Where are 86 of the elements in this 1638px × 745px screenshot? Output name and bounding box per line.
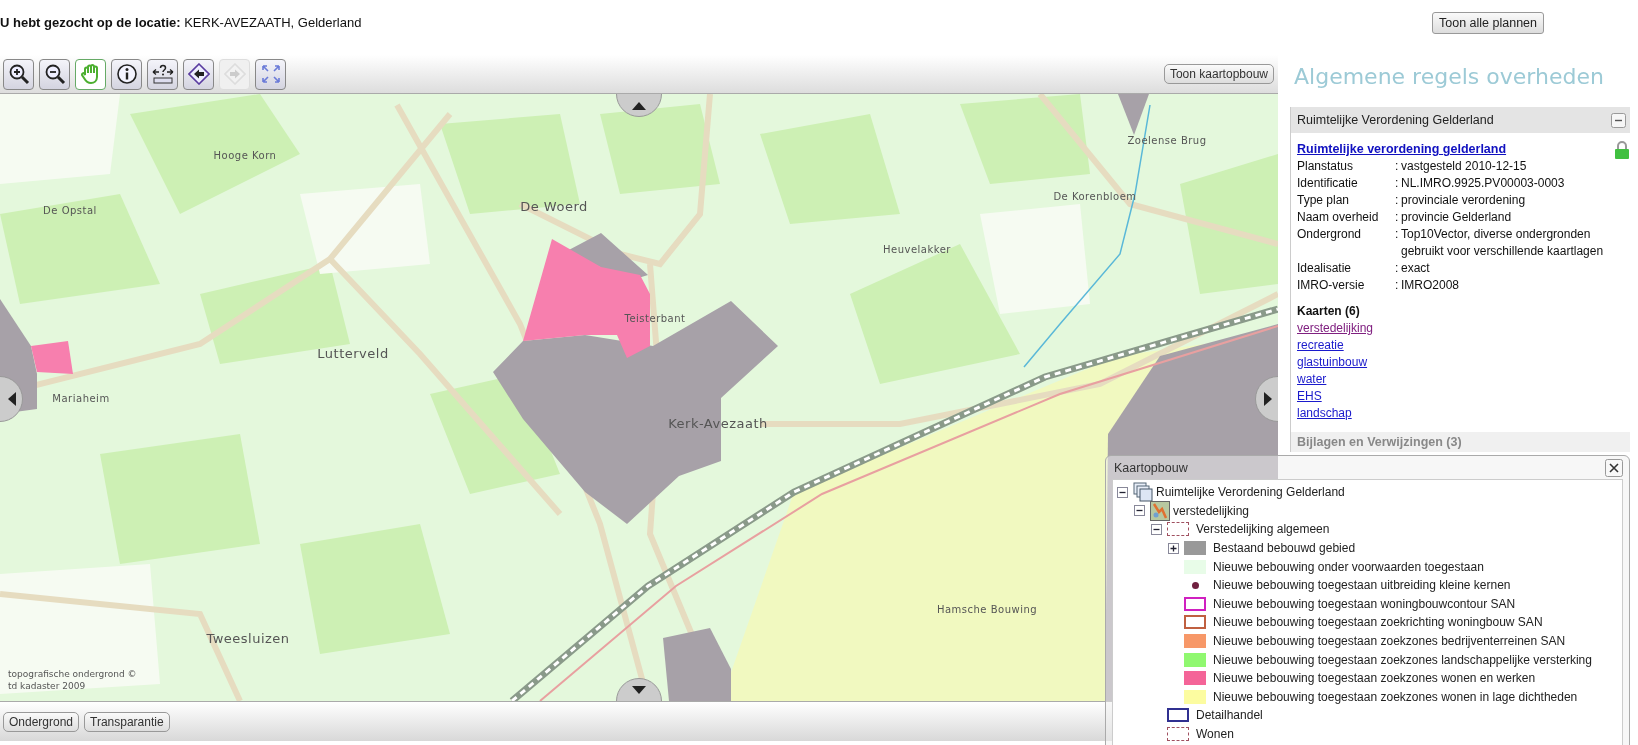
layer-label: Ruimtelijke Verordening Gelderland	[1156, 485, 1345, 500]
search-summary: U hebt gezocht op de locatie: KERK-AVEZAATH, Gelderland	[0, 15, 362, 30]
minimize-icon[interactable]	[1611, 112, 1626, 128]
property-separator: :	[1395, 175, 1400, 192]
layer-label: Detailhandel	[1196, 708, 1263, 723]
map-link[interactable]: landschap	[1297, 406, 1352, 420]
map-link[interactable]: verstedelijking	[1297, 321, 1374, 335]
map-attribution: topografische ondergrond ©	[8, 668, 137, 680]
collapse-icon[interactable]	[1117, 486, 1128, 498]
place-label: Heuvelakker	[883, 243, 951, 255]
property-separator: :	[1395, 226, 1400, 243]
property-separator: :	[1395, 260, 1400, 277]
place-label: De Woerd	[520, 198, 588, 214]
property-value: IMRO2008	[1401, 277, 1461, 294]
zone-area	[31, 341, 73, 374]
property-label: Ondergrond	[1297, 226, 1363, 243]
collapse-icon[interactable]	[1134, 505, 1145, 517]
expand-icon[interactable]	[1168, 542, 1179, 554]
place-label: Hooge Korn	[213, 149, 277, 161]
plan-link[interactable]: Ruimtelijke verordening gelderland	[1297, 142, 1507, 156]
caret-left-icon	[8, 392, 16, 406]
place-label: Hamsche Bouwing	[936, 603, 1038, 615]
place-label: De Opstal	[43, 204, 97, 216]
caret-down-icon	[632, 686, 646, 694]
layer-label: Nieuwe bebouwing toegestaan woningbouwcontour SAN	[1213, 596, 1516, 611]
map-link[interactable]: recreatie	[1297, 338, 1344, 352]
property-label: Type plan	[1297, 192, 1351, 209]
measure-icon	[151, 63, 174, 85]
property-label: IMRO-versie	[1297, 277, 1366, 294]
caret-up-icon	[632, 102, 646, 110]
property-separator: :	[1395, 209, 1400, 226]
property-label: Idealisatie	[1297, 260, 1353, 277]
map-tool-button[interactable]	[3, 58, 34, 90]
property-separator: :	[1395, 192, 1400, 209]
close-icon[interactable]	[1605, 458, 1623, 477]
layers-icon	[1133, 482, 1153, 503]
property-value: exact	[1401, 260, 1431, 277]
layer-label: Nieuwe bebouwing toegestaan zoekzones bedrijventerreinen SAN	[1213, 634, 1566, 649]
map-tool-button[interactable]	[183, 58, 214, 90]
panel-title: Ruimtelijke Verordening Gelderland	[1297, 113, 1494, 127]
property-value: provinciale verordening	[1401, 192, 1527, 209]
layer-label: Nieuwe bebouwing toegestaan zoekzones wonen en werken	[1213, 671, 1536, 686]
layer-label: Nieuwe bebouwing toegestaan uitbreiding kleine kernen	[1213, 578, 1511, 593]
place-label: Lutterveld	[317, 345, 389, 361]
map-option-button[interactable]: Transparantie	[84, 711, 170, 732]
property-separator: :	[1395, 158, 1400, 175]
map-tool-button[interactable]	[147, 58, 178, 90]
expand-icon	[259, 63, 282, 85]
zoom-out-icon	[43, 63, 66, 85]
show-all-plans-button[interactable]: Toon alle plannen	[1432, 12, 1544, 34]
info-icon	[115, 63, 138, 85]
map-link[interactable]: glastuinbouw	[1297, 355, 1368, 369]
property-label: Planstatus	[1297, 158, 1355, 175]
layer-label: Verstedelijking algemeen	[1196, 522, 1330, 537]
layer-label: Nieuwe bebouwing toegestaan zoekzones wonen in lage dichtheden	[1213, 689, 1578, 704]
property-value: NL.IMRO.9925.PV00003-0003	[1401, 175, 1566, 192]
property-label: Identificatie	[1297, 175, 1359, 192]
layer-label: Nieuwe bebouwing toegestaan zoekrichting woningbouw SAN	[1213, 615, 1543, 630]
layer-label: Bestaand bebouwd gebied	[1213, 541, 1356, 556]
map-tool-button[interactable]	[39, 58, 70, 90]
place-label: Tweesluizen	[206, 630, 290, 646]
caret-right-icon	[1264, 392, 1272, 406]
arrow-right-icon	[223, 63, 246, 85]
lock-icon	[1614, 141, 1630, 159]
zoom-in-icon	[7, 63, 30, 85]
property-separator: :	[1395, 277, 1400, 294]
property-label: Naam overheid	[1297, 209, 1380, 226]
layer-panel-title: Kaartopbouw	[1114, 460, 1188, 475]
map-option-button[interactable]: Ondergrond	[3, 711, 80, 732]
map-tool-button[interactable]	[111, 58, 142, 90]
map-icon	[1150, 500, 1170, 521]
collapse-icon[interactable]	[1151, 524, 1162, 535]
property-value: vastgesteld 2010-12-15	[1401, 158, 1528, 175]
layer-label: Nieuwe bebouwing onder voorwaarden toegestaan	[1213, 559, 1484, 574]
place-label: Mariaheim	[52, 392, 110, 404]
map-link[interactable]: water	[1297, 372, 1327, 386]
layer-label: Nieuwe bebouwing toegestaan zoekzones landschappelijke versterking	[1213, 652, 1592, 667]
section-title: Algemene regels overheden	[1294, 64, 1605, 89]
maps-heading: Kaarten (6)	[1297, 303, 1361, 320]
layer-label: verstedelijking	[1173, 503, 1250, 518]
map-link[interactable]: EHS	[1297, 389, 1322, 403]
show-layers-button[interactable]: Toon kaartopbouw	[1163, 64, 1274, 84]
map-attribution: td kadaster 2009	[8, 680, 87, 692]
property-value: provincie Gelderland	[1401, 209, 1513, 226]
arrow-left-icon	[187, 63, 210, 85]
layer-label: Wonen	[1196, 727, 1234, 741]
